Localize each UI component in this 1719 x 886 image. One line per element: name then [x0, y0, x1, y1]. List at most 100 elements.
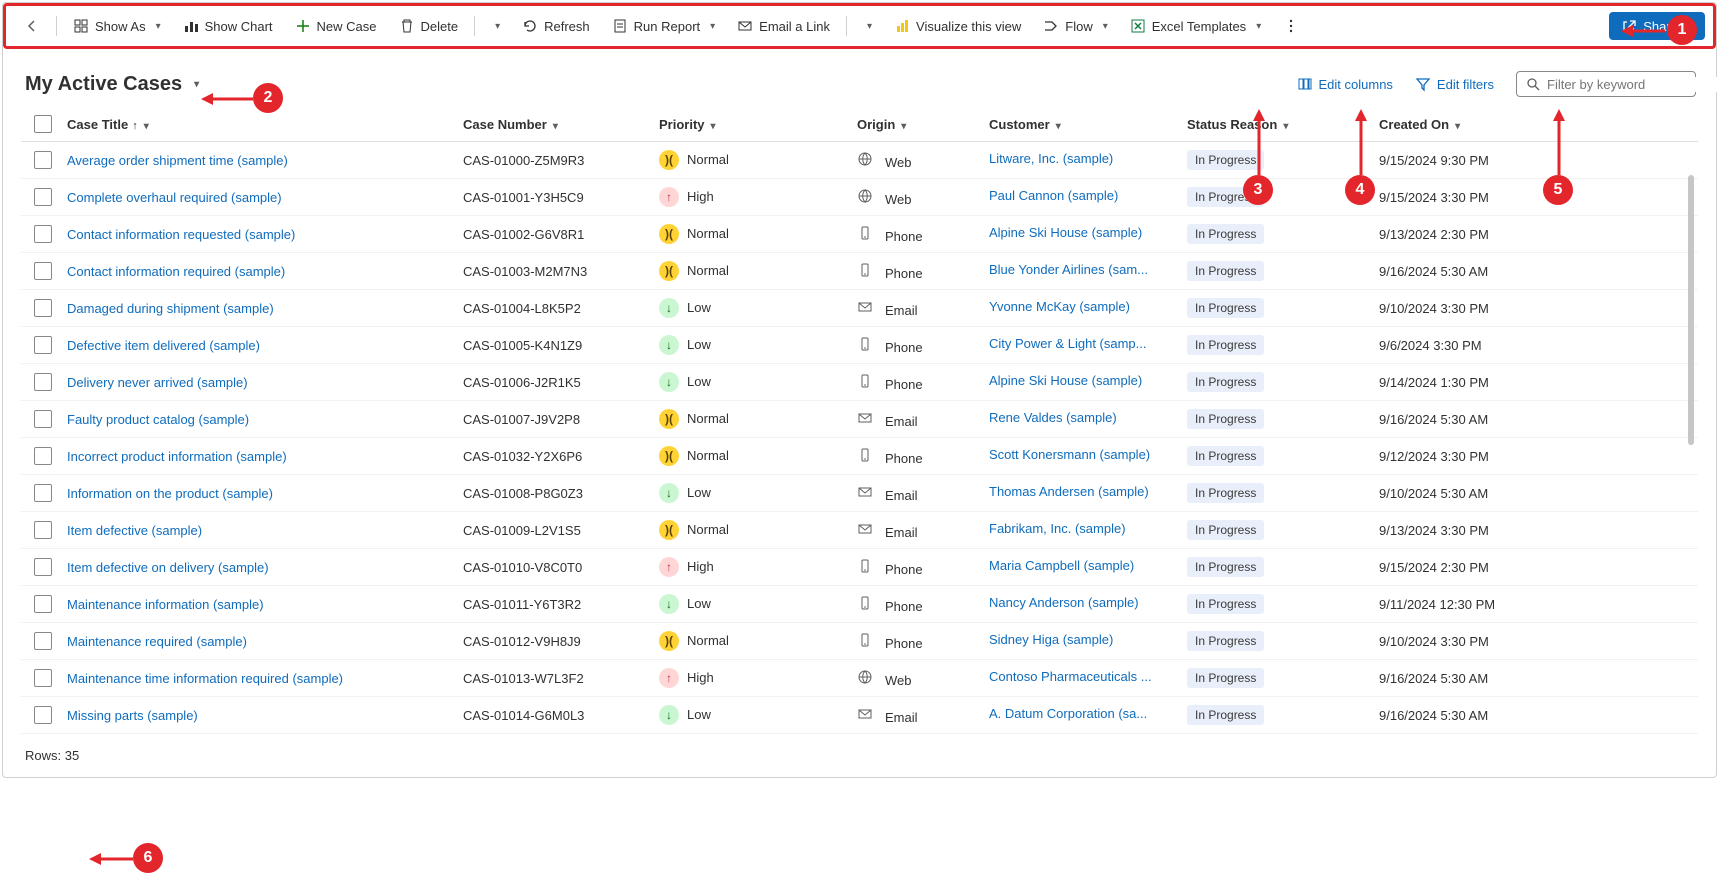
priority-low-icon: ↓	[659, 372, 679, 392]
more-commands-button[interactable]	[1273, 13, 1309, 39]
case-title-link[interactable]: Damaged during shipment (sample)	[67, 301, 274, 316]
row-checkbox[interactable]	[34, 521, 52, 539]
refresh-button[interactable]: Refresh	[512, 13, 600, 39]
origin-text: Phone	[885, 562, 923, 577]
row-checkbox[interactable]	[34, 595, 52, 613]
customer-link[interactable]: Scott Konersmann (sample)	[989, 447, 1150, 462]
customer-link[interactable]: Alpine Ski House (sample)	[989, 373, 1142, 388]
case-title-link[interactable]: Maintenance information (sample)	[67, 597, 264, 612]
vertical-scrollbar[interactable]	[1688, 175, 1694, 445]
priority-normal-icon: )(	[659, 520, 679, 540]
customer-link[interactable]: Fabrikam, Inc. (sample)	[989, 521, 1126, 536]
row-checkbox[interactable]	[34, 558, 52, 576]
email-link-button[interactable]: Email a Link	[727, 13, 840, 39]
phone-icon	[857, 225, 873, 241]
table-row[interactable]: Maintenance time information required (s…	[21, 660, 1698, 697]
case-title-link[interactable]: Missing parts (sample)	[67, 708, 198, 723]
table-row[interactable]: Contact information requested (sample)CA…	[21, 216, 1698, 253]
customer-link[interactable]: Rene Valdes (sample)	[989, 410, 1117, 425]
customer-link[interactable]: City Power & Light (samp...	[989, 336, 1147, 351]
row-checkbox[interactable]	[34, 262, 52, 280]
case-title-link[interactable]: Delivery never arrived (sample)	[67, 375, 248, 390]
table-row[interactable]: Faulty product catalog (sample)CAS-01007…	[21, 401, 1698, 438]
row-checkbox[interactable]	[34, 484, 52, 502]
view-selector[interactable]: My Active Cases▾	[25, 73, 199, 96]
table-row[interactable]: Maintenance required (sample)CAS-01012-V…	[21, 623, 1698, 660]
delete-split-button[interactable]: ▾	[481, 16, 510, 37]
show-chart-button[interactable]: Show Chart	[173, 13, 283, 39]
row-checkbox[interactable]	[34, 188, 52, 206]
excel-icon	[1130, 18, 1146, 34]
case-title-link[interactable]: Complete overhaul required (sample)	[67, 190, 282, 205]
edit-filters-button[interactable]: Edit filters	[1415, 76, 1494, 92]
case-title-link[interactable]: Defective item delivered (sample)	[67, 338, 260, 353]
column-header-case-number[interactable]: Case Number▾	[463, 117, 659, 132]
created-on-cell: 9/6/2024 3:30 PM	[1379, 338, 1579, 353]
priority-text: Normal	[687, 263, 729, 278]
customer-link[interactable]: Blue Yonder Airlines (sam...	[989, 262, 1148, 277]
customer-link[interactable]: Thomas Andersen (sample)	[989, 484, 1149, 499]
table-row[interactable]: Average order shipment time (sample)CAS-…	[21, 142, 1698, 179]
case-title-link[interactable]: Incorrect product information (sample)	[67, 449, 287, 464]
row-checkbox[interactable]	[34, 336, 52, 354]
keyword-filter-input[interactable]	[1547, 77, 1719, 92]
case-title-link[interactable]: Contact information requested (sample)	[67, 227, 295, 242]
table-row[interactable]: Defective item delivered (sample)CAS-010…	[21, 327, 1698, 364]
excel-templates-button[interactable]: Excel Templates▾	[1120, 13, 1271, 39]
email-link-split-button[interactable]: ▾	[853, 16, 882, 37]
table-row[interactable]: Complete overhaul required (sample)CAS-0…	[21, 179, 1698, 216]
table-row[interactable]: Item defective on delivery (sample)CAS-0…	[21, 549, 1698, 586]
row-checkbox[interactable]	[34, 151, 52, 169]
row-checkbox[interactable]	[34, 632, 52, 650]
table-row[interactable]: Item defective (sample)CAS-01009-L2V1S5)…	[21, 512, 1698, 549]
keyword-filter[interactable]	[1516, 71, 1696, 97]
customer-link[interactable]: Paul Cannon (sample)	[989, 188, 1118, 203]
table-row[interactable]: Information on the product (sample)CAS-0…	[21, 475, 1698, 512]
email-icon	[857, 706, 873, 722]
row-checkbox[interactable]	[34, 410, 52, 428]
plus-icon	[295, 18, 311, 34]
customer-link[interactable]: A. Datum Corporation (sa...	[989, 706, 1147, 721]
case-title-link[interactable]: Maintenance time information required (s…	[67, 671, 343, 686]
case-title-link[interactable]: Information on the product (sample)	[67, 486, 273, 501]
flow-button[interactable]: Flow▾	[1033, 13, 1117, 39]
case-title-link[interactable]: Item defective on delivery (sample)	[67, 560, 269, 575]
case-title-link[interactable]: Faulty product catalog (sample)	[67, 412, 249, 427]
case-title-link[interactable]: Average order shipment time (sample)	[67, 153, 288, 168]
customer-link[interactable]: Sidney Higa (sample)	[989, 632, 1113, 647]
delete-button[interactable]: Delete	[389, 13, 469, 39]
table-row[interactable]: Maintenance information (sample)CAS-0101…	[21, 586, 1698, 623]
edit-columns-button[interactable]: Edit columns	[1297, 76, 1393, 92]
customer-link[interactable]: Alpine Ski House (sample)	[989, 225, 1142, 240]
column-header-title[interactable]: Case Title↑▾	[65, 117, 463, 132]
table-row[interactable]: Delivery never arrived (sample)CAS-01006…	[21, 364, 1698, 401]
row-checkbox[interactable]	[34, 669, 52, 687]
case-title-link[interactable]: Maintenance required (sample)	[67, 634, 247, 649]
table-row[interactable]: Missing parts (sample)CAS-01014-G6M0L3↓L…	[21, 697, 1698, 734]
row-checkbox[interactable]	[34, 447, 52, 465]
new-case-button[interactable]: New Case	[285, 13, 387, 39]
table-row[interactable]: Damaged during shipment (sample)CAS-0100…	[21, 290, 1698, 327]
visualize-button[interactable]: Visualize this view	[884, 13, 1031, 39]
customer-link[interactable]: Yvonne McKay (sample)	[989, 299, 1130, 314]
row-checkbox[interactable]	[34, 299, 52, 317]
column-header-priority[interactable]: Priority▾	[659, 117, 857, 132]
customer-link[interactable]: Nancy Anderson (sample)	[989, 595, 1139, 610]
column-header-origin[interactable]: Origin▾	[857, 117, 989, 132]
back-button[interactable]	[14, 13, 50, 39]
select-all-checkbox[interactable]	[34, 115, 52, 133]
table-row[interactable]: Contact information required (sample)CAS…	[21, 253, 1698, 290]
customer-link[interactable]: Maria Campbell (sample)	[989, 558, 1134, 573]
customer-link[interactable]: Contoso Pharmaceuticals ...	[989, 669, 1152, 684]
show-as-button[interactable]: Show As▾	[63, 13, 171, 39]
row-checkbox[interactable]	[34, 373, 52, 391]
row-checkbox[interactable]	[34, 706, 52, 724]
customer-link[interactable]: Litware, Inc. (sample)	[989, 151, 1113, 166]
case-title-link[interactable]: Contact information required (sample)	[67, 264, 285, 279]
run-report-button[interactable]: Run Report▾	[602, 13, 726, 39]
row-checkbox[interactable]	[34, 225, 52, 243]
email-icon	[857, 484, 873, 500]
column-header-customer[interactable]: Customer▾	[989, 117, 1187, 132]
case-title-link[interactable]: Item defective (sample)	[67, 523, 202, 538]
table-row[interactable]: Incorrect product information (sample)CA…	[21, 438, 1698, 475]
